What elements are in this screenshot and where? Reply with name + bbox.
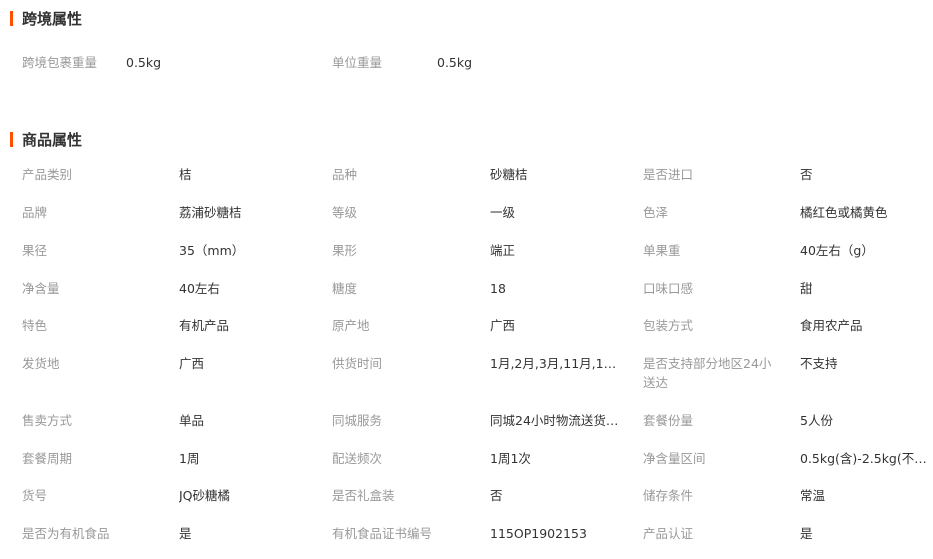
attr-label: 储存条件: [643, 488, 694, 503]
attr-value: 荔浦砂糖桔: [179, 205, 242, 220]
attr-label: 净含量: [22, 281, 60, 296]
attr-label: 原产地: [332, 318, 370, 333]
attr-label: 品种: [332, 167, 358, 182]
attr-label: 单果重: [643, 243, 681, 258]
attr-value: 1周1次: [490, 451, 531, 466]
attr-value: 不支持: [800, 356, 838, 371]
attr-value: 1月,2月,3月,11月,12月: [490, 356, 622, 371]
attr-label: 发货地: [22, 356, 60, 371]
cross-border-title-text: 跨境属性: [22, 10, 83, 28]
attr-value: 砂糖桔: [490, 167, 528, 182]
attr-value: 否: [800, 167, 813, 182]
attr-value: 广西: [490, 318, 516, 333]
attr-label: 果径: [22, 243, 48, 258]
cross-border-section-title: 跨境属性: [10, 9, 82, 29]
attr-label: 特色: [22, 318, 48, 333]
attr-value: JQ砂糖橘: [179, 488, 231, 503]
attr-value: 0.5kg: [437, 55, 473, 70]
attr-label: 果形: [332, 243, 358, 258]
attr-value: 0.5kg: [126, 55, 162, 70]
attr-value: 同城24小时物流送货上门: [490, 413, 622, 428]
attr-value: 是: [179, 526, 192, 541]
attr-value: 食用农产品: [800, 318, 863, 333]
attr-label: 套餐份量: [643, 413, 694, 428]
attr-label: 是否为有机食品: [22, 526, 110, 541]
attr-label: 净含量区间: [643, 451, 706, 466]
attr-value: 115OP1902153: [490, 526, 587, 541]
attr-label: 产品类别: [22, 167, 73, 182]
attr-value: 常温: [800, 488, 826, 503]
attr-value: 单品: [179, 413, 205, 428]
attr-label: 单位重量: [332, 55, 383, 70]
attr-label: 跨境包裹重量: [22, 55, 98, 70]
attr-label: 产品认证: [643, 526, 694, 541]
product-title-text: 商品属性: [22, 131, 83, 149]
attr-label: 是否礼盒装: [332, 488, 395, 503]
attr-value: 35（mm）: [179, 243, 245, 258]
attr-value: 是: [800, 526, 813, 541]
attr-value: 端正: [490, 243, 516, 258]
attr-value: 桔: [179, 167, 192, 182]
attr-value: 40左右: [179, 281, 220, 296]
attr-value: 40左右（g）: [800, 243, 874, 258]
attr-value: 橘红色或橘黄色: [800, 205, 888, 220]
attr-label: 等级: [332, 205, 358, 220]
section-accent-bar: [10, 132, 13, 147]
section-accent-bar: [10, 11, 13, 26]
attr-label: 套餐周期: [22, 451, 73, 466]
attr-value: 0.5kg(含)-2.5kg(不含): [800, 451, 928, 466]
attr-label: 色泽: [643, 205, 669, 220]
attr-label: 同城服务: [332, 413, 383, 428]
attr-value: 否: [490, 488, 503, 503]
attr-label: 糖度: [332, 281, 358, 296]
attr-value: 有机产品: [179, 318, 230, 333]
product-section-title: 商品属性: [10, 130, 82, 150]
attr-label: 品牌: [22, 205, 48, 220]
attr-value: 广西: [179, 356, 205, 371]
attr-value: 甜: [800, 281, 813, 296]
attr-label: 口味口感: [643, 281, 694, 296]
attr-label: 售卖方式: [22, 413, 73, 428]
attr-label: 包装方式: [643, 318, 694, 333]
attr-label: 是否进口: [643, 167, 694, 182]
attr-value: 1周: [179, 451, 200, 466]
attr-label: 供货时间: [332, 356, 383, 371]
attr-value: 一级: [490, 205, 516, 220]
attr-label: 有机食品证书编号: [332, 526, 433, 541]
attr-value: 18: [490, 281, 506, 296]
attr-value: 5人份: [800, 413, 833, 428]
attr-label: 配送频次: [332, 451, 383, 466]
attr-label: 货号: [22, 488, 48, 503]
attr-label: 是否支持部分地区24小送达: [643, 356, 772, 390]
